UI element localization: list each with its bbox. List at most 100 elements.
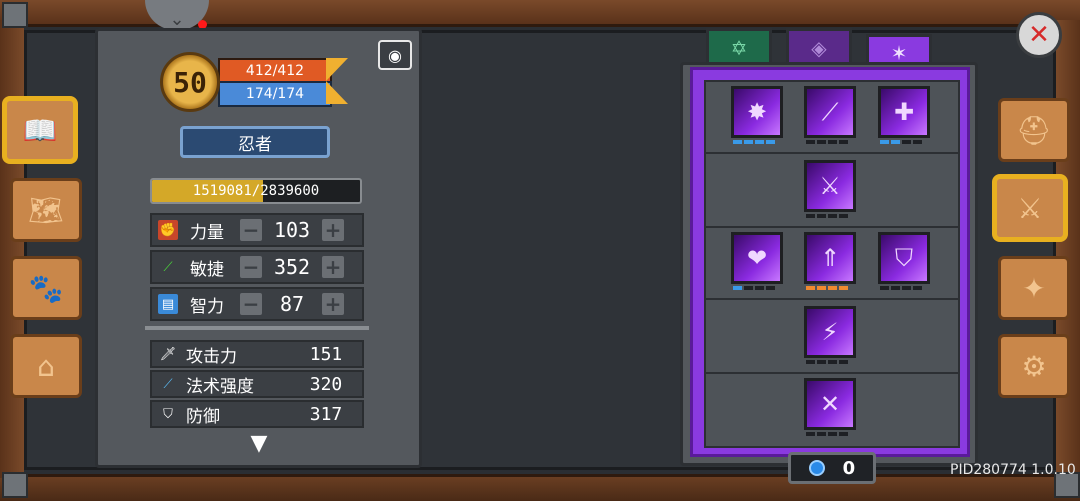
frame-corner xyxy=(2,472,28,498)
derived-value: 317 xyxy=(309,403,343,425)
xp-bar: 1519081/2839600 xyxy=(150,178,362,204)
increase-strength-button[interactable]: + xyxy=(322,218,344,242)
attribute-row-strength: ✊ 力量 − 103 + xyxy=(150,213,364,247)
fist-icon: ✊ xyxy=(158,220,178,240)
skill-slot[interactable]: ⇑ xyxy=(804,232,856,284)
mp-bar: 174/174 xyxy=(218,81,332,107)
skill-slot[interactable]: ✚ xyxy=(878,86,930,138)
book-icon: ▤ xyxy=(158,294,178,314)
slash-icon: ⟋ xyxy=(821,98,839,126)
increase-agility-button[interactable]: + xyxy=(322,255,344,279)
mp-text: 174/174 xyxy=(245,86,305,102)
frame-right xyxy=(1056,20,1080,478)
shield-icon: ⛉ xyxy=(163,406,173,422)
divider xyxy=(145,326,369,330)
derived-value: 151 xyxy=(309,343,343,365)
sword-icon: 🗡 xyxy=(159,346,177,362)
settings-button[interactable]: ⚙ xyxy=(998,334,1070,398)
skill-level-pips xyxy=(733,140,775,146)
journal-icon: 📖 xyxy=(22,113,58,147)
map-icon: 🗺 xyxy=(28,193,64,227)
bag-button[interactable]: ⌂ xyxy=(10,334,82,398)
attribute-value: 87 xyxy=(279,292,305,316)
attribute-row-agility: ⟋ 敏捷 − 352 + xyxy=(150,250,364,284)
xp-text: 1519081/2839600 xyxy=(192,183,320,199)
derived-label: 防御 xyxy=(186,406,220,427)
skill-level-pips xyxy=(806,286,848,292)
skill-slot[interactable]: ❤ xyxy=(731,232,783,284)
divider xyxy=(706,372,958,374)
derived-stat-attack: 🗡 攻击力 151 xyxy=(150,340,364,368)
skill-slot[interactable]: ⚔ xyxy=(804,160,856,212)
skill-slot[interactable]: ⚡ xyxy=(804,306,856,358)
decrease-intelligence-button[interactable]: − xyxy=(240,292,262,316)
skill-tab-2[interactable]: ◈ xyxy=(786,28,852,64)
pets-icon: 🐾 xyxy=(28,271,64,305)
level-badge: 50 xyxy=(160,52,220,112)
build-id: PID280774 1.0.10 xyxy=(950,462,1076,478)
feather-icon: ⟋ xyxy=(163,259,173,275)
skill-tab-1[interactable]: ✡ xyxy=(706,28,772,64)
equipment-button[interactable]: ⛑ xyxy=(998,98,1070,162)
summon-icon: ❤ xyxy=(746,244,768,272)
attribute-label: 敏捷 xyxy=(190,259,224,280)
skills-button[interactable]: ⚔ xyxy=(994,176,1066,240)
class-name: 忍者 xyxy=(238,134,272,155)
pillar-icon: ⇑ xyxy=(819,244,841,272)
camera-button[interactable]: ◉ xyxy=(378,40,412,70)
attribute-label: 智力 xyxy=(190,296,224,317)
burst-icon: ✸ xyxy=(746,98,768,126)
frame-left xyxy=(0,20,24,478)
derived-stat-spell-power: ⟋ 法术强度 320 xyxy=(150,370,364,398)
divider xyxy=(706,226,958,228)
hp-text: 412/412 xyxy=(245,63,305,79)
skill-slot[interactable]: ⛉ xyxy=(878,232,930,284)
attribute-value: 103 xyxy=(273,218,311,242)
frame-corner xyxy=(2,2,28,28)
skill-level-pips xyxy=(733,286,775,292)
strike-icon: ⚡ xyxy=(821,318,839,346)
frame-bottom xyxy=(0,474,1080,501)
decrease-agility-button[interactable]: − xyxy=(240,255,262,279)
star-tab-icon: ✡ xyxy=(730,35,748,60)
crossed-blades-icon: ✕ xyxy=(819,390,841,418)
skill-points-value: 0 xyxy=(842,457,856,479)
settings-icon: ⚙ xyxy=(1021,349,1047,383)
dagger-icon: ⚔ xyxy=(819,172,841,200)
map-button[interactable]: 🗺 xyxy=(10,178,82,242)
skill-slot[interactable]: ✸ xyxy=(731,86,783,138)
shield-up-icon: ⛉ xyxy=(895,244,913,272)
skill-level-pips xyxy=(806,140,848,146)
attribute-label: 力量 xyxy=(190,222,224,243)
journal-button[interactable]: 📖 xyxy=(4,98,76,162)
skill-level-pips xyxy=(880,140,922,146)
bag-icon: ⌂ xyxy=(37,349,55,383)
skill-level-pips xyxy=(880,286,922,292)
close-button[interactable]: ✕ xyxy=(1016,12,1062,58)
scroll-down-arrow-icon[interactable]: ▼ xyxy=(233,431,285,456)
divider xyxy=(706,152,958,154)
helmet-icon: ⛑ xyxy=(1016,113,1052,147)
camera-icon: ◉ xyxy=(388,45,402,65)
divider xyxy=(706,298,958,300)
heal-icon: ✚ xyxy=(893,98,915,126)
derived-value: 320 xyxy=(309,373,343,395)
skill-level-pips xyxy=(806,360,848,366)
pets-button[interactable]: 🐾 xyxy=(10,256,82,320)
skill-level-pips xyxy=(806,214,848,220)
compass-icon: ✦ xyxy=(1022,271,1046,305)
compass-button[interactable]: ✦ xyxy=(998,256,1070,320)
decrease-strength-button[interactable]: − xyxy=(240,218,262,242)
wand-icon: ⟋ xyxy=(163,376,173,392)
skills-icon: ⚔ xyxy=(1017,191,1043,225)
attribute-value: 352 xyxy=(273,255,311,279)
skill-point-icon xyxy=(808,460,825,476)
skill-slot[interactable]: ✕ xyxy=(804,378,856,430)
skill-slot[interactable]: ⟋ xyxy=(804,86,856,138)
skill-points-counter: 0 xyxy=(788,452,876,484)
increase-intelligence-button[interactable]: + xyxy=(322,292,344,316)
diamond-tab-icon: ◈ xyxy=(811,35,827,60)
attribute-row-intelligence: ▤ 智力 − 87 + xyxy=(150,287,364,321)
derived-stat-defense: ⛉ 防御 317 xyxy=(150,400,364,428)
skill-level-pips xyxy=(806,432,848,438)
